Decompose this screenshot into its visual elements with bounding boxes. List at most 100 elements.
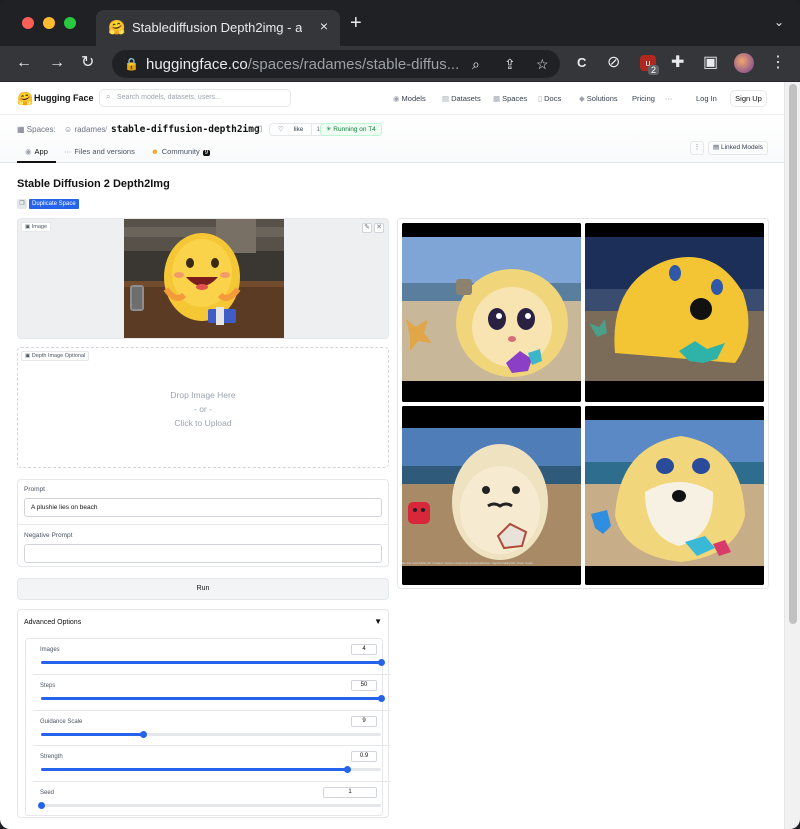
slider-track[interactable] [41,695,385,702]
input-plushie-image [124,219,284,338]
new-tab-button[interactable]: + [350,13,362,33]
bookmark-star-icon[interactable]: ☆ [536,56,549,73]
cast-extension-icon[interactable]: C [577,54,586,72]
tab-files[interactable]: ⋯ Files and versions [56,142,143,163]
login-link[interactable]: Log In [696,94,717,103]
clear-image-icon[interactable]: ✕ [374,223,384,233]
duplicate-space-label[interactable]: Duplicate Space [29,199,79,209]
url-text[interactable]: huggingface.co/spaces/radames/stable-dif… [146,56,459,73]
strength-slider-group: Strength 0.9 [33,745,391,779]
path-separator: / [105,125,108,134]
repo-name[interactable]: stable-diffusion-depth2img [111,124,260,135]
slider-number-input[interactable]: 0.9 [351,751,377,762]
tab-app[interactable]: ◉ App [17,142,56,163]
image-block-label: ▣ Image [21,222,52,232]
space-owner-link[interactable]: ☺ radames [64,125,106,134]
slider-track[interactable] [41,659,385,666]
slider-thumb[interactable] [38,802,45,809]
prompt-label: Prompt [24,486,45,493]
extension-count-badge: 2 [648,65,660,75]
tab-title: Stablediffusion Depth2img - a [132,20,302,35]
hf-logo-text[interactable]: Hugging Face [34,93,94,103]
caret-down-icon[interactable]: ▼ [374,617,382,626]
nav-docs[interactable]: ▯ Docs [538,94,561,103]
web-page: 🤗 Hugging Face ⌕ Search models, datasets… [0,82,784,829]
nav-spaces[interactable]: ▦ Spaces [493,94,527,103]
nav-solutions[interactable]: ◆ Solutions [579,94,618,103]
slider-number-input[interactable]: 9 [351,716,377,727]
spaces-icon: ▦ [493,94,501,103]
gallery-image-3[interactable]: the first / last fidelity left / forward… [402,406,581,585]
tab-close-icon[interactable]: × [320,18,328,34]
tab-strip: 🤗 Stablediffusion Depth2img - a × + ⌄ [0,0,800,46]
edit-pencil-icon[interactable]: ✎ [362,223,372,233]
side-panel-icon[interactable]: ▣ [703,54,718,72]
linked-models-icon: ▤ [713,144,720,151]
tab-community[interactable]: ☻ Community 9 [143,142,218,163]
depth-image-upload[interactable]: ▣ Depth Image Optional Drop Image Here -… [17,347,389,468]
space-header: ▦ Spaces: ☺ radames / stable-diffusion-d… [0,115,784,163]
slider-track[interactable] [41,731,381,738]
image-actions: ✎ ✕ [362,223,384,233]
slider-thumb[interactable] [140,731,147,738]
nav-pricing[interactable]: Pricing [632,94,655,103]
slider-label: Steps [40,683,56,689]
back-arrow-icon[interactable]: ← [16,54,32,72]
like-label[interactable]: ♡ like [270,124,311,135]
owner-avatar-icon: ☺ [64,125,73,134]
slider-track[interactable] [38,802,381,809]
copy-icon[interactable]: ❐ [255,125,262,134]
reload-icon[interactable]: ↻ [81,54,94,72]
slider-thumb[interactable] [378,695,385,702]
signup-button[interactable]: Sign Up [730,90,767,107]
search-input[interactable]: ⌕ Search models, datasets, users... [99,89,291,107]
solutions-icon: ◆ [579,94,585,103]
slider-number-input[interactable]: 1 [323,787,377,798]
slider-thumb[interactable] [378,659,385,666]
slider-fill [41,697,381,700]
prompt-input[interactable]: A plushie lies on beach [24,498,382,517]
models-icon: ◉ [393,94,400,103]
zoom-magnifier-icon[interactable]: ⌕ [472,56,480,73]
address-bar[interactable]: 🔒 huggingface.co/spaces/radames/stable-d… [112,50,560,78]
more-options-button[interactable]: ⋮ [690,141,704,155]
slider-track[interactable] [41,766,381,773]
nav-models[interactable]: ◉ Models [393,94,426,103]
scrollbar-thumb[interactable] [789,84,797,624]
upload-dropzone-text[interactable]: Drop Image Here - or - Click to Upload [18,388,388,430]
nav-datasets[interactable]: ▤ Datasets [442,94,481,103]
compass-icon[interactable]: ⊘ [607,54,620,72]
browser-tab[interactable]: 🤗 Stablediffusion Depth2img - a × [96,10,340,46]
hugging-face-logo-icon[interactable]: 🤗 [17,91,33,107]
advanced-options-accordion: Advanced Options ▼ Images 4 Steps 50 Gui… [17,609,391,818]
slider-number-input[interactable]: 50 [351,680,377,691]
kebab-menu-icon[interactable]: ⋮ [770,54,786,72]
page-scrollbar[interactable] [784,82,800,829]
minimize-window-button[interactable] [43,17,55,29]
share-icon[interactable]: ⇪ [504,56,516,73]
image-input[interactable]: ▣ Image ✎ ✕ [17,218,389,339]
seed-slider-group: Seed 1 [33,781,391,815]
extensions-puzzle-icon[interactable]: ✚ [671,54,684,72]
linked-models-button[interactable]: ▤ Linked Models [708,141,768,155]
more-menu-icon[interactable]: ⋯ [665,94,673,103]
gallery-image-4[interactable] [585,406,764,585]
lock-icon[interactable]: 🔒 [124,57,139,71]
slider-thumb[interactable] [344,766,351,773]
profile-avatar[interactable] [734,53,754,73]
tab-search-chevron-icon[interactable]: ⌄ [774,15,784,29]
negative-prompt-input[interactable] [24,544,382,563]
drop-image-text: Drop Image Here [170,390,236,400]
guidance-scale-slider-group: Guidance Scale 9 [33,710,391,744]
run-button[interactable]: Run [17,578,389,600]
gallery-image-1[interactable] [402,223,581,402]
zoom-window-button[interactable] [64,17,76,29]
close-window-button[interactable] [22,17,34,29]
slider-number-input[interactable]: 4 [351,644,377,655]
advanced-options-title[interactable]: Advanced Options [24,619,81,626]
duplicate-space-badge[interactable]: ❐ Duplicate Space [17,199,79,209]
browser-window: 🤗 Stablediffusion Depth2img - a × + ⌄ ← … [0,0,800,829]
gallery-image-2[interactable] [585,223,764,402]
docs-icon: ▯ [538,94,543,103]
forward-arrow-icon[interactable]: → [49,54,65,72]
